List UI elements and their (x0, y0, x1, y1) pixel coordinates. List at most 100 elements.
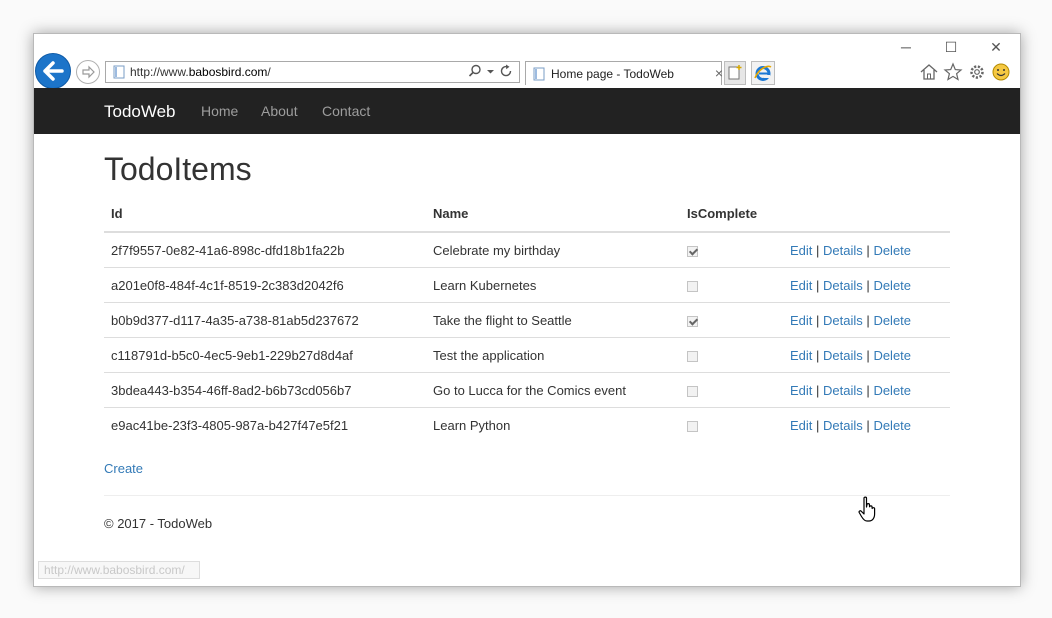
star-icon (943, 62, 963, 81)
iscomplete-checkbox (687, 245, 698, 257)
table-row: 3bdea443-b354-46ff-8ad2-b6b73cd056b7 Go t… (104, 372, 950, 408)
row-actions: Edit | Details | Delete (783, 337, 950, 373)
todo-name: Learn Kubernetes (426, 267, 680, 303)
todo-name: Celebrate my birthday (433, 242, 561, 258)
todo-table: Id Name IsComplete 2f7f9557-0e82-41a6-89… (104, 197, 950, 442)
browser-tab[interactable]: Home page - TodoWeb × (525, 61, 723, 85)
details-link[interactable]: Details (823, 313, 863, 328)
page-icon (533, 67, 545, 81)
site-navbar: TodoWeb Home About Contact (34, 88, 1020, 134)
iscomplete-checkbox (687, 350, 698, 362)
todo-id: e9ac41be-23f3-4805-987a-b427f47e5f21 (104, 407, 426, 442)
column-header-iscomplete: IsComplete (680, 197, 783, 233)
delete-link[interactable]: Delete (873, 313, 911, 328)
iscomplete-checkbox (687, 420, 698, 432)
brand-link[interactable]: TodoWeb (104, 102, 176, 122)
details-link[interactable]: Details (823, 418, 863, 433)
action-separator: | (866, 347, 870, 363)
nav-link-about[interactable]: About (261, 103, 298, 119)
details-link[interactable]: Details (823, 278, 863, 293)
row-actions: Edit | Details | Delete (783, 302, 950, 338)
table-row: b0b9d377-d117-4a35-a738-81ab5d237672 Take… (104, 302, 950, 338)
tab-title: Home page - TodoWeb (551, 67, 674, 81)
edit-link[interactable]: Edit (790, 243, 812, 258)
page-title: TodoItems (104, 151, 252, 187)
action-separator: | (816, 312, 820, 328)
iscomplete-checkbox (687, 280, 698, 292)
todo-complete-cell (680, 267, 783, 303)
footer-divider (104, 495, 950, 496)
todo-complete-cell (680, 232, 783, 268)
back-button[interactable] (35, 53, 71, 89)
row-actions: Edit | Details | Delete (783, 372, 950, 408)
action-separator: | (816, 382, 820, 398)
delete-link[interactable]: Delete (873, 243, 911, 258)
table-row: 2f7f9557-0e82-41a6-898c-dfd18b1fa22b Cele… (104, 232, 950, 268)
search-icon[interactable] (468, 64, 482, 78)
action-separator: | (866, 277, 870, 293)
delete-link[interactable]: Delete (873, 348, 911, 363)
forward-arrow-icon (82, 65, 95, 79)
action-separator: | (816, 242, 820, 258)
todo-id: b0b9d377-d117-4a35-a738-81ab5d237672 (104, 302, 426, 338)
close-window-button[interactable]: ✕ (981, 39, 1011, 57)
todo-complete-cell (680, 372, 783, 408)
delete-link[interactable]: Delete (873, 418, 911, 433)
table-row: e9ac41be-23f3-4805-987a-b427f47e5f21 Lear… (104, 407, 950, 442)
todo-complete-cell (680, 302, 783, 338)
details-link[interactable]: Details (823, 348, 863, 363)
nav-link-home[interactable]: Home (201, 103, 238, 119)
refresh-icon[interactable] (499, 64, 513, 78)
todo-id: a201e0f8-484f-4c1f-8519-2c383d2042f6 (104, 267, 426, 303)
todo-id: c118791d-b5c0-4ec5-9eb1-229b27d8d4af (104, 337, 426, 373)
new-tab-button[interactable] (724, 61, 746, 85)
address-bar[interactable]: http://www.babosbird.com/ (105, 61, 520, 83)
action-separator: | (816, 417, 820, 433)
feedback-button[interactable] (990, 61, 1014, 83)
gear-icon (970, 65, 984, 79)
ie-logo-button[interactable] (751, 61, 775, 85)
footer-text: © 2017 - TodoWeb (104, 516, 213, 531)
column-header-actions (783, 197, 950, 233)
table-row: a201e0f8-484f-4c1f-8519-2c383d2042f6 Lear… (104, 267, 950, 303)
edit-link[interactable]: Edit (790, 278, 812, 293)
action-separator: | (866, 382, 870, 398)
todo-name: Take the flight to Seattle (426, 302, 680, 338)
create-link[interactable]: Create (104, 461, 143, 476)
page-icon (113, 65, 125, 79)
home-icon (920, 64, 938, 80)
close-tab-icon[interactable]: × (715, 65, 723, 81)
details-link[interactable]: Details (823, 243, 863, 258)
settings-button[interactable] (966, 61, 990, 83)
hand-cursor-icon (858, 496, 876, 522)
browser-toolbar: ─ ☐ ✕ http://www.babosbird.com/ Home pag… (34, 34, 1020, 89)
forward-button[interactable] (76, 60, 100, 84)
delete-link[interactable]: Delete (873, 278, 911, 293)
todo-id: 2f7f9557-0e82-41a6-898c-dfd18b1fa22b (111, 242, 345, 258)
edit-link[interactable]: Edit (790, 418, 812, 433)
iscomplete-checkbox (687, 385, 698, 397)
edit-link[interactable]: Edit (790, 348, 812, 363)
todo-name: Go to Lucca for the Comics event (426, 372, 680, 408)
address-url: http://www.babosbird.com/ (130, 65, 271, 79)
details-link[interactable]: Details (823, 383, 863, 398)
delete-link[interactable]: Delete (873, 383, 911, 398)
edit-link[interactable]: Edit (790, 313, 812, 328)
column-header-name: Name (426, 197, 680, 233)
home-button[interactable] (918, 61, 942, 83)
todo-complete-cell (680, 337, 783, 373)
todo-name: Test the application (426, 337, 680, 373)
favorites-button[interactable] (942, 61, 966, 83)
row-actions: Edit | Details | Delete (783, 407, 950, 442)
action-separator: | (866, 242, 870, 258)
table-header-row: Id Name IsComplete (104, 197, 950, 233)
todo-id: 3bdea443-b354-46ff-8ad2-b6b73cd056b7 (104, 372, 426, 408)
edit-link[interactable]: Edit (790, 383, 812, 398)
maximize-button[interactable]: ☐ (936, 39, 966, 57)
dropdown-arrow-icon[interactable] (486, 64, 495, 78)
row-actions: Edit | Details | Delete (783, 232, 950, 268)
nav-link-contact[interactable]: Contact (322, 103, 370, 119)
minimize-button[interactable]: ─ (891, 39, 921, 57)
column-header-id: Id (104, 197, 426, 233)
todo-name: Learn Python (426, 407, 680, 442)
